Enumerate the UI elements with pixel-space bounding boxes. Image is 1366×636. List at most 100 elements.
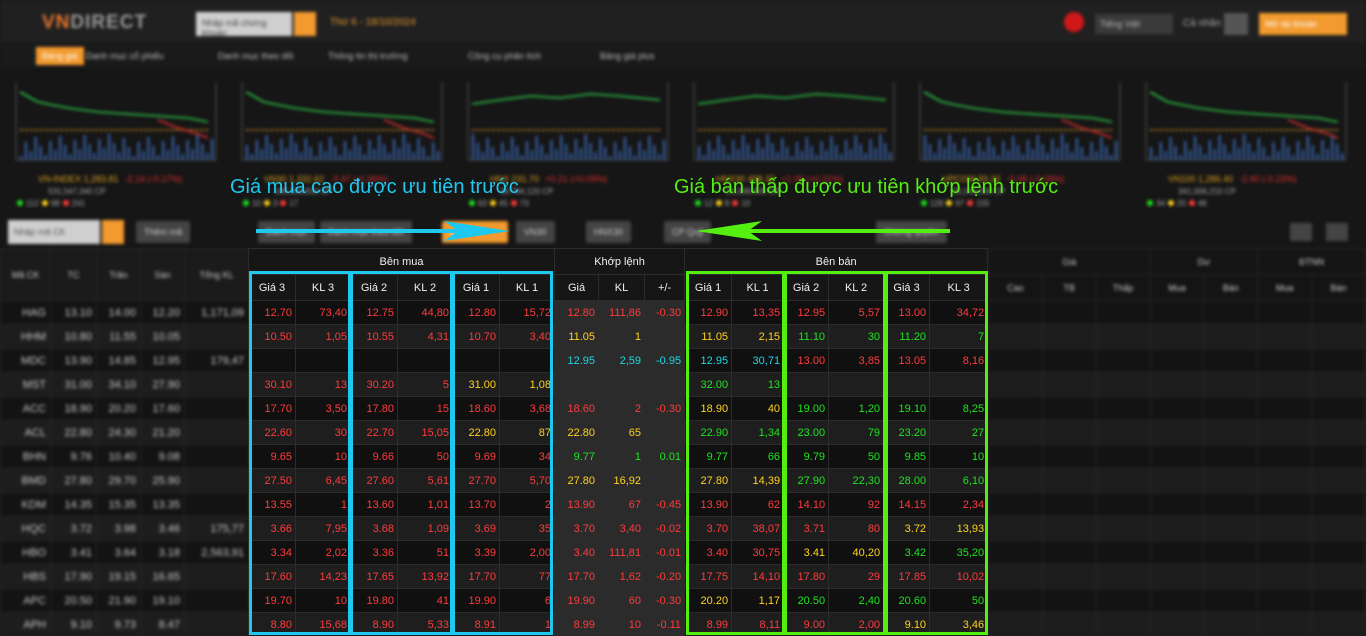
symbol-cell[interactable]: BHN [0,444,51,469]
top-search-button[interactable] [294,12,316,36]
symbol-search-button[interactable] [102,220,124,244]
symbol-cell[interactable]: HAG [0,300,51,325]
column-header[interactable]: Sàn [140,248,185,301]
table-row[interactable]: 8.80 15,68 8.90 5,33 8.91 1 8.99 10 -0.11 8.99 8,1… [248,612,989,636]
filter-chip-vn30[interactable]: VN30 [516,221,555,243]
table-row[interactable]: 17.70 3,50 17.80 15 18.60 3,68 18.60 2 -0.30 18.9… [248,396,989,421]
table-row[interactable]: HBS 17.90 19.15 16.65 [0,564,248,589]
column-header[interactable]: Tổng KL [184,248,248,301]
menu-item-analysis-tools[interactable]: Công cụ phân tích [468,51,541,61]
add-symbol-button[interactable]: Thêm mã [136,221,191,243]
table-row[interactable]: HQC 3.72 3.98 3.46 175,77 [0,516,248,541]
column-header[interactable]: TB [1041,274,1097,301]
column-header[interactable]: Giá [554,274,600,301]
symbol-cell[interactable]: HQC [0,516,51,541]
symbol-cell[interactable]: BMD [0,468,51,493]
table-row[interactable]: 27.50 6,45 27.60 5,61 27.70 5,70 27.80 16,92 27.… [248,468,989,493]
table-row[interactable]: ACC 18.90 20.20 17.60 [0,396,248,421]
user-label[interactable]: Cá nhân [1183,18,1221,29]
table-row[interactable]: HBO 3.41 3.64 3.18 2,563,91 [0,540,248,565]
symbol-cell[interactable]: HHM [0,324,51,349]
symbol-cell[interactable]: APH [0,612,51,636]
column-header[interactable]: KL 1 [498,274,556,301]
table-row[interactable]: 12.95 2,59 -0.95 12.95 30,71 13.00 3,85 13.05 8,… [248,348,989,373]
table-row[interactable]: 30.10 13 30.20 5 31.00 1,08 32.00 13 [248,372,989,397]
symbol-cell[interactable]: ACL [0,420,51,445]
table-row[interactable]: BMD 27.80 29.70 25.90 [0,468,248,493]
expand-icon[interactable] [1326,223,1348,241]
column-header[interactable]: Giá 1 [684,274,733,301]
column-header[interactable]: Thấp [1095,274,1151,301]
table-row[interactable]: 9.65 10 9.66 50 9.69 34 9.77 1 0.01 9.77 66 9.79 50 9… [248,444,989,469]
table-row[interactable]: APH 9.10 9.73 8.47 [0,612,248,636]
menu-item-board-plus[interactable]: Bảng giá plus [600,51,655,61]
table-cell [1095,564,1151,589]
symbol-cell[interactable]: KDM [0,492,51,517]
table-row[interactable]: MDC 13.90 14.85 12.95 179,47 [0,348,248,373]
open-account-button[interactable]: Mở tài khoản [1259,13,1347,35]
symbol-cell[interactable]: MDC [0,348,51,373]
column-header[interactable]: +/- [644,274,686,301]
column-header[interactable]: Bán [1203,274,1259,301]
symbol-cell[interactable]: MST [0,372,51,397]
table-cell: 24.30 [96,420,141,445]
filter-chip-hnx30[interactable]: HNX30 [586,221,632,243]
table-row[interactable]: APC 20.50 21.90 19.10 [0,588,248,613]
table-row[interactable]: BHN 9.76 10.40 9.08 [0,444,248,469]
table-cell [1203,468,1259,493]
table-row[interactable]: 13.55 1 13.60 1,01 13.70 2 13.90 67 -0.45 13.90 62… [248,492,989,517]
table-cell: 15,05 [397,420,453,445]
table-row[interactable]: 10.50 1,05 10.55 4,31 10.70 3,40 11.05 1 11.05 2,… [248,324,989,349]
table-row[interactable]: 3.34 2,02 3.36 51 3.39 2,00 3.40 111,81 -0.01 3.4… [248,540,989,565]
column-header[interactable]: Giá 1 [452,274,500,301]
menu-item-board[interactable]: Bảng giá [36,47,84,65]
layout-icon[interactable] [1290,223,1312,241]
column-header[interactable]: Trần [96,248,141,301]
column-header[interactable]: KL 1 [731,274,785,301]
menu-item-market-info[interactable]: Thông tin thị trường [328,51,407,61]
table-row[interactable]: HAG 13.10 14.00 12.20 1,171,09 [0,300,248,325]
table-row[interactable]: HHM 10.80 11.55 10.05 [0,324,248,349]
top-search-input[interactable]: Nhập mã chứng khoán [196,12,292,38]
language-button[interactable]: Tiếng Việt [1095,14,1173,34]
symbol-cell[interactable]: ACC [0,396,51,421]
column-header[interactable]: Giá 3 [883,274,931,301]
column-header[interactable]: TC [50,248,97,301]
column-header[interactable]: Giá 2 [783,274,830,301]
column-header[interactable]: KL [598,274,646,301]
column-header[interactable]: KL 2 [828,274,885,301]
table-cell [1257,468,1313,493]
language-flag-icon[interactable] [1064,12,1084,32]
column-header[interactable]: Mua [1149,274,1205,301]
index-chart[interactable]: VN-INDEX 1,283.81 -2.14 (-0.17%) 531,547,… [8,78,220,208]
column-header[interactable]: KL 3 [295,274,351,301]
table-row[interactable]: ACL 22.80 24.30 21.20 [0,420,248,445]
column-header[interactable]: Giá 3 [248,274,296,301]
column-header[interactable]: Giá 2 [350,274,398,301]
table-cell [1311,300,1366,325]
table-row[interactable]: 12.70 73,40 12.75 44,80 12.80 15,72 12.80 111,8… [248,300,989,325]
filter-bar: Nhập mã CK Thêm mã Danh mục Danh mục the… [0,210,1366,248]
symbol-cell[interactable]: HBS [0,564,51,589]
column-header[interactable]: Mã CK [0,248,51,301]
column-header[interactable]: Cao [988,274,1043,301]
table-row[interactable]: 17.60 14,23 17.65 13,92 17.70 77 17.70 1,62 -0.2… [248,564,989,589]
table-cell [1095,372,1151,397]
symbol-cell[interactable]: APC [0,588,51,613]
column-header[interactable]: Bán [1311,274,1366,301]
symbol-search-input[interactable]: Nhập mã CK [8,220,100,244]
menu-item-watchlist[interactable]: Danh mục theo dõi [218,51,294,61]
menu-item-stock-list[interactable]: Danh mục cổ phiếu [86,51,164,61]
user-avatar[interactable] [1224,13,1248,35]
table-row[interactable]: 3.66 7,95 3.68 1,09 3.69 35 3.70 3,40 -0.02 3.70 3… [248,516,989,541]
column-header[interactable]: KL 3 [929,274,989,301]
brand-logo[interactable]: VNDIRECT [42,12,147,34]
column-header[interactable]: KL 2 [397,274,453,301]
table-row[interactable]: MST 31.00 34.10 27.90 [0,372,248,397]
table-row[interactable]: KDM 14.35 15.35 13.35 [0,492,248,517]
table-row[interactable]: 19.70 10 19.80 41 19.90 6 19.90 60 -0.30 20.20 1,1… [248,588,989,613]
index-chart[interactable]: VN100 1,286.40 -2.90 (-0.23%) 341,006,210… [1138,78,1350,208]
table-row[interactable]: 22.60 30 22.70 15,05 22.80 87 22.80 65 22.90 1,34… [248,420,989,445]
symbol-cell[interactable]: HBO [0,540,51,565]
column-header[interactable]: Mua [1257,274,1313,301]
